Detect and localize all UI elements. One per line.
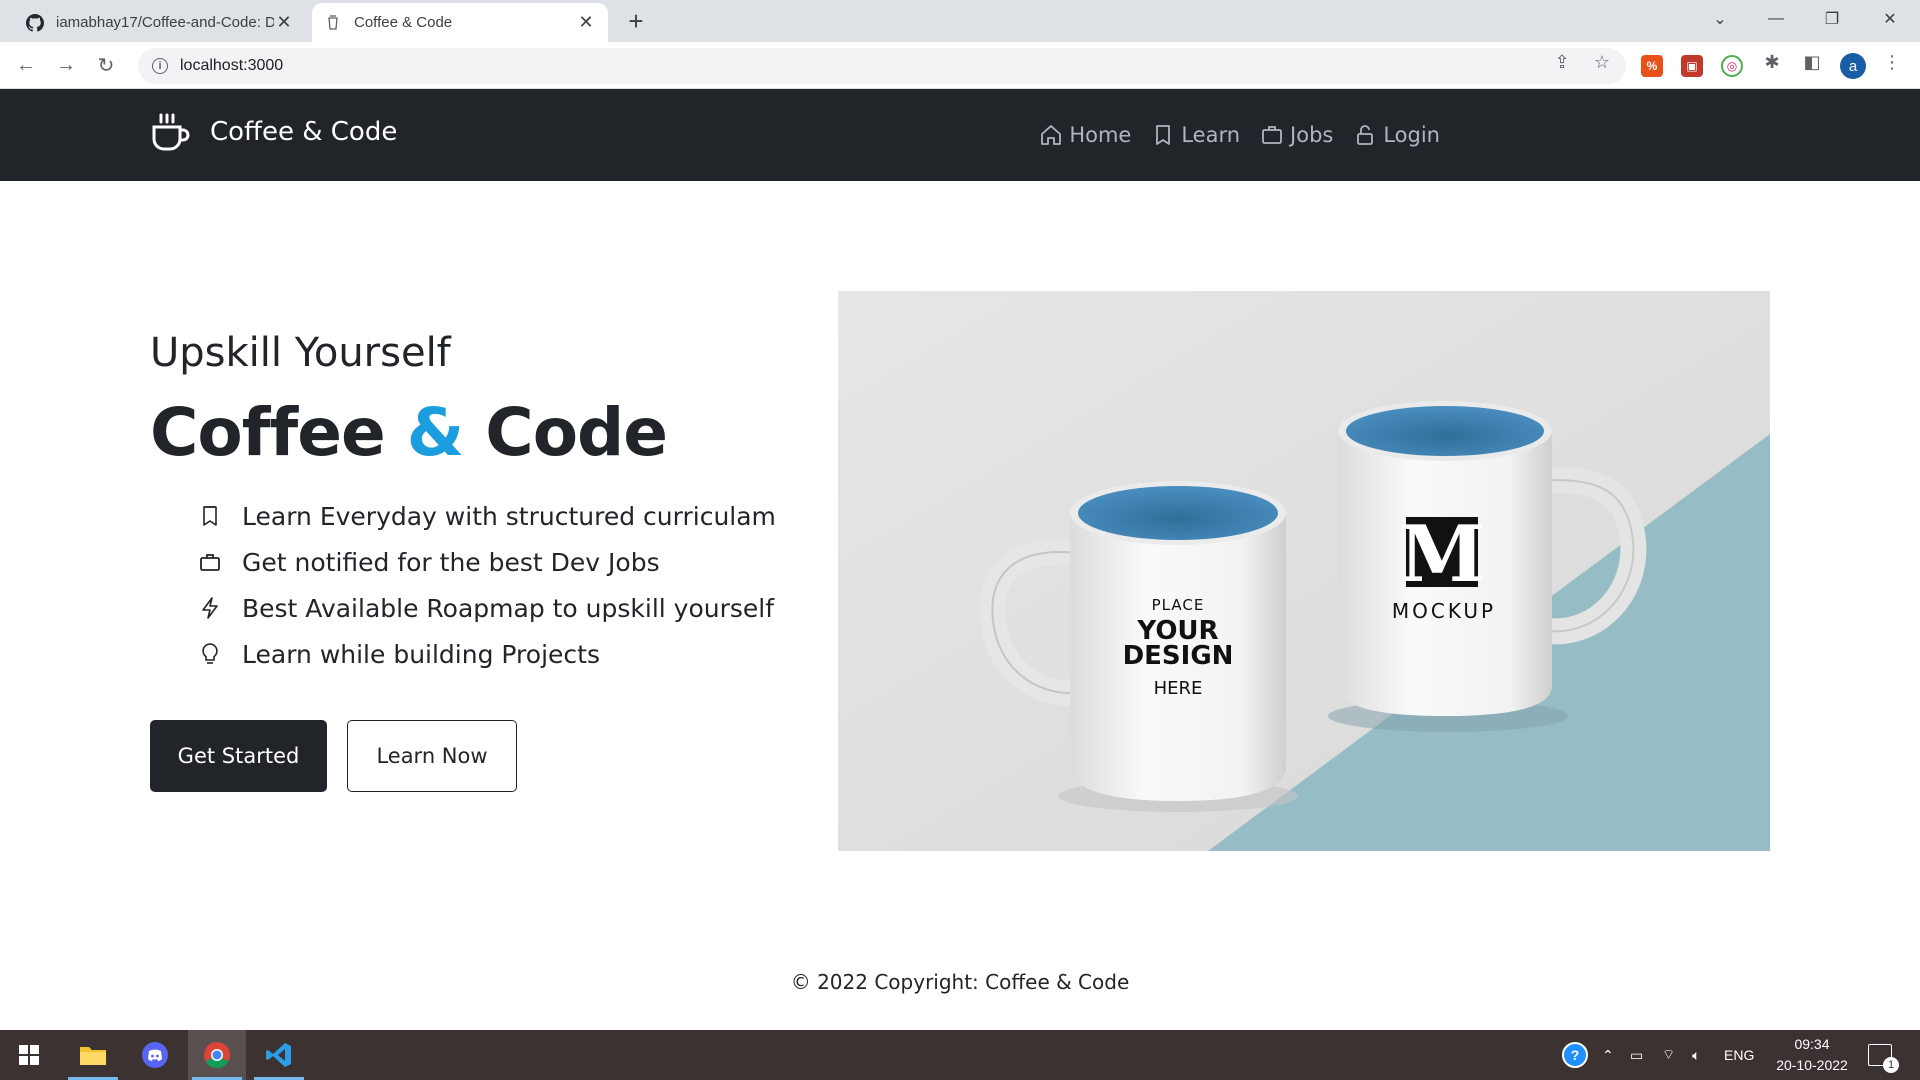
notifications-icon[interactable]: 1 [1868, 1030, 1899, 1080]
extension-circle-icon[interactable]: ◎ [1721, 55, 1743, 77]
extensions-puzzle-icon[interactable]: ✱ [1760, 50, 1784, 74]
bookmark-star-icon[interactable]: ☆ [1590, 50, 1614, 74]
close-tab-icon[interactable]: ✕ [576, 12, 596, 33]
share-icon[interactable]: ⇪ [1550, 50, 1574, 74]
help-icon[interactable]: ? [1562, 1030, 1588, 1080]
menu-kebab-icon[interactable]: ⋮ [1880, 50, 1904, 74]
feature-item: Learn while building Projects [198, 631, 776, 677]
briefcase-icon [1262, 126, 1282, 144]
brand-name: Coffee & Code [210, 117, 398, 147]
nav-jobs[interactable]: Jobs [1260, 123, 1333, 147]
nav-learn-label: Learn [1181, 123, 1241, 147]
nav-jobs-label: Jobs [1290, 123, 1334, 147]
close-tab-icon[interactable]: ✕ [274, 12, 294, 33]
feature-item: Learn Everyday with structured curricula… [198, 493, 776, 539]
mug-text-line1: PLACE [1152, 596, 1205, 614]
feature-item: Best Available Roapmap to upskill yourse… [198, 585, 776, 631]
hero-buttons: Get Started Learn Now [150, 720, 517, 792]
bookmark-icon [203, 506, 217, 526]
lightbulb-icon [202, 643, 218, 664]
coffee-mug-logo-icon [152, 113, 190, 151]
taskbar-clock[interactable]: 09:34 20-10-2022 [1766, 1034, 1858, 1076]
briefcase-icon [200, 554, 220, 571]
tab-title: iamabhay17/Coffee-and-Code: D [56, 14, 274, 31]
windows-logo-icon [19, 1045, 39, 1065]
minimize-button[interactable]: — [1748, 0, 1804, 38]
address-bar[interactable]: i localhost:3000 [138, 48, 1626, 84]
language-indicator[interactable]: ENG [1724, 1030, 1754, 1080]
windows-taskbar: ? ⌃ ▭ ⌔ 🔈︎ ENG 09:34 20-10-2022 1 [0, 1030, 1920, 1080]
chrome-icon [204, 1042, 230, 1069]
site-navbar: Coffee & Code Home Learn Jobs Login [0, 89, 1920, 181]
nav-login[interactable]: Login [1353, 123, 1440, 147]
wifi-icon[interactable]: ⌔ [1662, 1030, 1675, 1080]
tab-search-icon[interactable]: ⌄ [1692, 0, 1748, 38]
home-icon [1041, 125, 1062, 145]
mug-logo-letter: M [1399, 509, 1485, 600]
feature-text: Learn Everyday with structured curricula… [242, 501, 776, 531]
url-text: localhost:3000 [180, 57, 284, 74]
taskbar-file-explorer[interactable] [64, 1030, 122, 1080]
discord-icon [142, 1042, 168, 1068]
extension-red-icon[interactable]: ▣ [1681, 55, 1703, 77]
feature-list: Learn Everyday with structured curricula… [198, 493, 776, 677]
bookmark-icon [1156, 125, 1171, 145]
headline-word-coffee: Coffee [150, 394, 386, 471]
hero-subtitle: Upskill Yourself [150, 330, 451, 376]
get-started-button[interactable]: Get Started [150, 720, 327, 792]
mug-text-line4: HERE [1154, 678, 1203, 699]
nav-links: Home Learn Jobs Login [1039, 89, 1440, 181]
battery-icon[interactable]: ▭ [1630, 1030, 1643, 1080]
lightning-icon [202, 597, 218, 619]
profile-avatar[interactable]: a [1840, 53, 1866, 79]
reload-icon[interactable]: ↻ [92, 51, 120, 79]
folder-icon [80, 1047, 106, 1065]
hero-text: Upskill Yourself Coffee & Code Learn Eve… [150, 330, 776, 677]
clock-date: 20-10-2022 [1776, 1057, 1848, 1073]
tab-title: Coffee & Code [354, 14, 453, 31]
new-tab-button[interactable]: + [622, 8, 650, 36]
coffee-cup-icon [324, 14, 342, 32]
show-hidden-icons-chevron-icon[interactable]: ⌃ [1602, 1030, 1614, 1080]
feature-text: Get notified for the best Dev Jobs [242, 547, 660, 577]
vscode-icon [266, 1043, 291, 1067]
mugs-mockup-illustration: M MOCKUP PLACE YOUR DESIGN HERE [838, 291, 1770, 851]
nav-login-label: Login [1383, 123, 1440, 147]
browser-tab-strip: iamabhay17/Coffee-and-Code: D ✕ Coffee &… [0, 0, 1920, 42]
nav-home[interactable]: Home [1039, 123, 1131, 147]
back-icon[interactable]: ← [12, 51, 40, 79]
headline-ampersand: & [406, 394, 465, 471]
mug-mockup-text: MOCKUP [1392, 599, 1496, 623]
footer-copyright: © 2022 Copyright: Coffee & Code [790, 970, 1130, 994]
taskbar-discord[interactable] [126, 1030, 184, 1080]
notification-count-badge: 1 [1883, 1057, 1899, 1073]
clock-time: 09:34 [1794, 1036, 1830, 1052]
start-button[interactable] [0, 1030, 58, 1080]
feature-text: Best Available Roapmap to upskill yourse… [242, 593, 775, 623]
forward-icon[interactable]: → [52, 51, 80, 79]
hero-headline: Coffee & Code [150, 394, 776, 471]
learn-now-button[interactable]: Learn Now [347, 720, 517, 792]
taskbar-chrome[interactable] [188, 1030, 246, 1080]
hero-mugs-image: M MOCKUP PLACE YOUR DESIGN HERE [838, 291, 1770, 851]
brand-link[interactable]: Coffee & Code [150, 111, 397, 153]
lock-icon [1357, 125, 1374, 145]
close-window-button[interactable]: ✕ [1862, 0, 1918, 38]
mug-text-line3: DESIGN [1123, 641, 1234, 671]
nav-home-label: Home [1069, 123, 1132, 147]
feature-text: Learn while building Projects [242, 639, 600, 669]
headline-word-code: Code [485, 394, 668, 471]
side-panel-icon[interactable]: ◧ [1800, 50, 1824, 74]
extension-percent-icon[interactable]: % [1641, 55, 1663, 77]
feature-item: Get notified for the best Dev Jobs [198, 539, 776, 585]
github-icon [26, 13, 44, 32]
volume-icon[interactable]: 🔈︎ [1692, 1030, 1700, 1080]
browser-tab-coffee-code[interactable]: Coffee & Code ✕ [312, 3, 608, 42]
browser-tab-github[interactable]: iamabhay17/Coffee-and-Code: D ✕ [14, 3, 306, 42]
nav-learn[interactable]: Learn [1151, 123, 1240, 147]
restore-button[interactable]: ❐ [1804, 0, 1860, 38]
site-info-icon[interactable]: i [152, 58, 168, 74]
browser-toolbar: ← → ↻ i localhost:3000 ⇪ ☆ % ▣ ◎ ✱ ◧ a ⋮ [0, 42, 1920, 89]
taskbar-vscode[interactable] [250, 1030, 308, 1080]
